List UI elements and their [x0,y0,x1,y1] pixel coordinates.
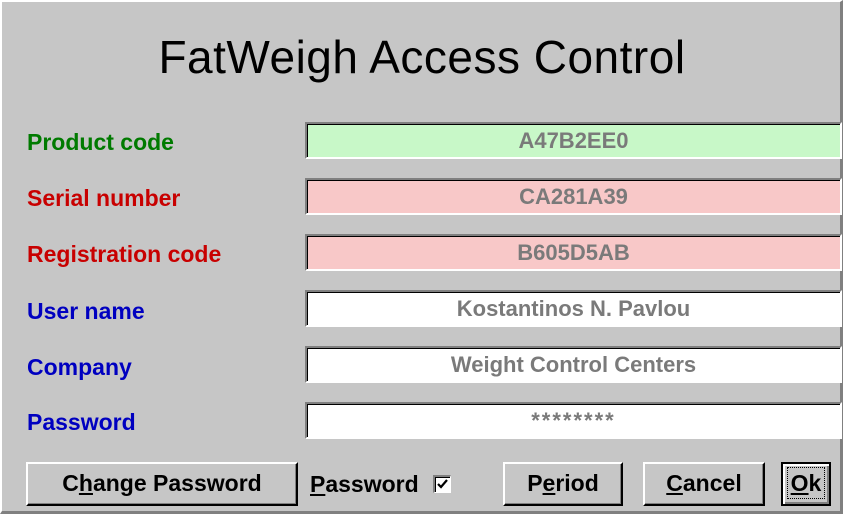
change-password-accel: h [78,470,93,496]
password-checkbox-control[interactable]: Password [310,464,451,504]
registration-code-field[interactable]: B605D5AB [305,234,842,271]
period-accel: e [542,470,556,496]
dialog-title: FatWeigh Access Control [158,31,686,83]
ok-button[interactable]: Ok [781,462,831,506]
password-checkbox-accel: P [310,470,326,497]
user-name-field[interactable]: Kostantinos N. Pavlou [305,290,842,327]
product-code-field[interactable]: A47B2EE0 [305,122,842,159]
user-name-label: User name [27,298,145,324]
checkmark-icon [436,479,448,489]
password-checkbox-label: assword [325,470,419,497]
company-label: Company [27,354,132,380]
serial-number-label: Serial number [27,185,181,211]
change-password-label-post: ange Password [92,470,262,496]
period-button[interactable]: Period [503,462,623,506]
ok-accel: O [790,470,809,496]
company-field[interactable]: Weight Control Centers [305,346,842,383]
serial-number-field[interactable]: CA281A39 [305,178,842,215]
registration-code-label: Registration code [27,241,222,267]
period-label-post: riod [555,470,599,496]
ok-focus-rect: Ok [786,467,826,499]
password-field[interactable]: ******** [305,402,842,439]
cancel-accel: C [666,470,683,496]
cancel-button[interactable]: Cancel [643,462,765,506]
ok-label-post: k [808,470,822,496]
change-password-label-pre: C [62,470,79,496]
period-label-pre: P [527,470,543,496]
password-checkbox[interactable] [432,475,451,493]
password-label: Password [27,409,136,435]
access-control-dialog: FatWeigh Access Control Product code A47… [0,0,843,514]
product-code-label: Product code [27,129,174,155]
change-password-button[interactable]: Change Password [26,462,298,506]
cancel-label-post: ancel [682,470,742,496]
